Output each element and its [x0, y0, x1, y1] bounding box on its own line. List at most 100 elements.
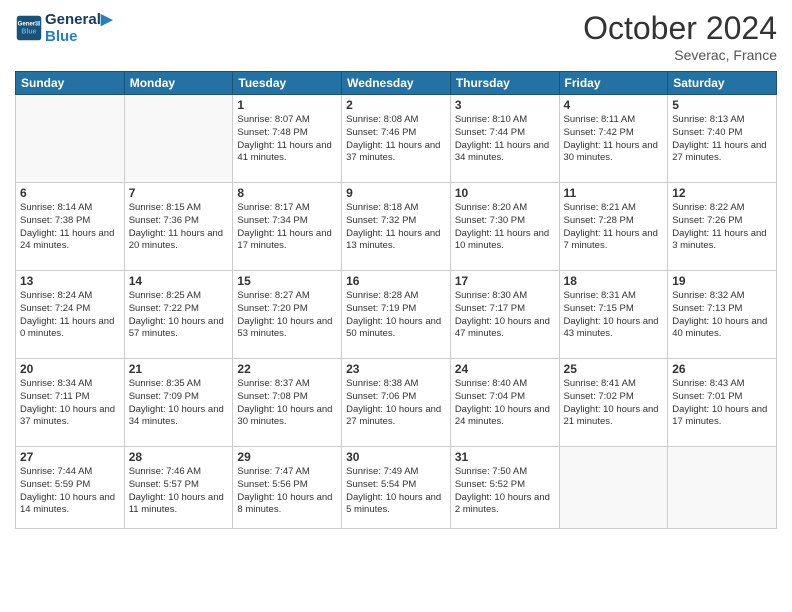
day-number: 20: [20, 362, 120, 376]
calendar-cell: 28 Sunrise: 7:46 AM Sunset: 5:57 PM Dayli…: [124, 447, 233, 529]
calendar-week-row: 27 Sunrise: 7:44 AM Sunset: 5:59 PM Dayli…: [16, 447, 777, 529]
calendar-week-row: 6 Sunrise: 8:14 AM Sunset: 7:38 PM Daylig…: [16, 183, 777, 271]
cell-info: Sunrise: 8:32 AM Sunset: 7:13 PM Dayligh…: [672, 290, 772, 341]
calendar-cell: 6 Sunrise: 8:14 AM Sunset: 7:38 PM Daylig…: [16, 183, 125, 271]
title-block: October 2024 Severac, France: [583, 10, 777, 63]
cell-info: Sunrise: 8:10 AM Sunset: 7:44 PM Dayligh…: [455, 114, 555, 165]
calendar-cell: 4 Sunrise: 8:11 AM Sunset: 7:42 PM Daylig…: [559, 95, 668, 183]
calendar-cell: 3 Sunrise: 8:10 AM Sunset: 7:44 PM Daylig…: [450, 95, 559, 183]
cell-info: Sunrise: 8:14 AM Sunset: 7:38 PM Dayligh…: [20, 202, 120, 253]
day-number: 4: [564, 98, 664, 112]
cell-info: Sunrise: 8:21 AM Sunset: 7:28 PM Dayligh…: [564, 202, 664, 253]
calendar-week-row: 13 Sunrise: 8:24 AM Sunset: 7:24 PM Dayli…: [16, 271, 777, 359]
day-number: 14: [129, 274, 229, 288]
day-number: 9: [346, 186, 446, 200]
calendar-cell: 19 Sunrise: 8:32 AM Sunset: 7:13 PM Dayli…: [668, 271, 777, 359]
calendar-cell: 15 Sunrise: 8:27 AM Sunset: 7:20 PM Dayli…: [233, 271, 342, 359]
cell-info: Sunrise: 7:50 AM Sunset: 5:52 PM Dayligh…: [455, 466, 555, 517]
cell-info: Sunrise: 8:31 AM Sunset: 7:15 PM Dayligh…: [564, 290, 664, 341]
day-header-thursday: Thursday: [450, 72, 559, 95]
calendar-cell: [668, 447, 777, 529]
day-number: 13: [20, 274, 120, 288]
day-number: 10: [455, 186, 555, 200]
calendar-page: General Blue General▶ Blue October 2024 …: [0, 0, 792, 612]
cell-info: Sunrise: 8:13 AM Sunset: 7:40 PM Dayligh…: [672, 114, 772, 165]
calendar-table: SundayMondayTuesdayWednesdayThursdayFrid…: [15, 71, 777, 529]
cell-info: Sunrise: 8:27 AM Sunset: 7:20 PM Dayligh…: [237, 290, 337, 341]
day-number: 23: [346, 362, 446, 376]
day-header-sunday: Sunday: [16, 72, 125, 95]
cell-info: Sunrise: 8:22 AM Sunset: 7:26 PM Dayligh…: [672, 202, 772, 253]
day-number: 5: [672, 98, 772, 112]
calendar-cell: 21 Sunrise: 8:35 AM Sunset: 7:09 PM Dayli…: [124, 359, 233, 447]
calendar-cell: 20Sunrise: 8:34 AM Sunset: 7:11 PM Dayli…: [16, 359, 125, 447]
day-header-wednesday: Wednesday: [342, 72, 451, 95]
calendar-cell: 5 Sunrise: 8:13 AM Sunset: 7:40 PM Daylig…: [668, 95, 777, 183]
calendar-cell: 25Sunrise: 8:41 AM Sunset: 7:02 PM Dayli…: [559, 359, 668, 447]
day-number: 2: [346, 98, 446, 112]
calendar-cell: 14 Sunrise: 8:25 AM Sunset: 7:22 PM Dayli…: [124, 271, 233, 359]
day-header-tuesday: Tuesday: [233, 72, 342, 95]
calendar-cell: 8Sunrise: 8:17 AM Sunset: 7:34 PM Daylig…: [233, 183, 342, 271]
calendar-cell: 31Sunrise: 7:50 AM Sunset: 5:52 PM Dayli…: [450, 447, 559, 529]
logo-text: General▶ Blue: [45, 10, 112, 45]
cell-info: Sunrise: 8:28 AM Sunset: 7:19 PM Dayligh…: [346, 290, 446, 341]
day-number: 19: [672, 274, 772, 288]
day-number: 11: [564, 186, 664, 200]
day-number: 6: [20, 186, 120, 200]
cell-info: Sunrise: 8:43 AM Sunset: 7:01 PM Dayligh…: [672, 378, 772, 429]
day-number: 1: [237, 98, 337, 112]
calendar-week-row: 20Sunrise: 8:34 AM Sunset: 7:11 PM Dayli…: [16, 359, 777, 447]
day-number: 18: [564, 274, 664, 288]
day-number: 27: [20, 450, 120, 464]
cell-info: Sunrise: 7:47 AM Sunset: 5:56 PM Dayligh…: [237, 466, 337, 517]
calendar-cell: [559, 447, 668, 529]
cell-info: Sunrise: 7:49 AM Sunset: 5:54 PM Dayligh…: [346, 466, 446, 517]
calendar-cell: 16 Sunrise: 8:28 AM Sunset: 7:19 PM Dayli…: [342, 271, 451, 359]
day-number: 3: [455, 98, 555, 112]
calendar-cell: [16, 95, 125, 183]
day-number: 12: [672, 186, 772, 200]
day-number: 29: [237, 450, 337, 464]
cell-info: Sunrise: 8:25 AM Sunset: 7:22 PM Dayligh…: [129, 290, 229, 341]
calendar-cell: 29 Sunrise: 7:47 AM Sunset: 5:56 PM Dayli…: [233, 447, 342, 529]
calendar-cell: 30 Sunrise: 7:49 AM Sunset: 5:54 PM Dayli…: [342, 447, 451, 529]
day-number: 17: [455, 274, 555, 288]
cell-info: Sunrise: 8:30 AM Sunset: 7:17 PM Dayligh…: [455, 290, 555, 341]
header: General Blue General▶ Blue October 2024 …: [15, 10, 777, 63]
cell-info: Sunrise: 8:17 AM Sunset: 7:34 PM Dayligh…: [237, 202, 337, 253]
day-number: 30: [346, 450, 446, 464]
calendar-cell: 1 Sunrise: 8:07 AM Sunset: 7:48 PM Daylig…: [233, 95, 342, 183]
cell-info: Sunrise: 8:18 AM Sunset: 7:32 PM Dayligh…: [346, 202, 446, 253]
cell-info: Sunrise: 8:11 AM Sunset: 7:42 PM Dayligh…: [564, 114, 664, 165]
cell-info: Sunrise: 8:08 AM Sunset: 7:46 PM Dayligh…: [346, 114, 446, 165]
day-header-friday: Friday: [559, 72, 668, 95]
cell-info: Sunrise: 8:35 AM Sunset: 7:09 PM Dayligh…: [129, 378, 229, 429]
calendar-cell: 10Sunrise: 8:20 AM Sunset: 7:30 PM Dayli…: [450, 183, 559, 271]
calendar-cell: 24 Sunrise: 8:40 AM Sunset: 7:04 PM Dayli…: [450, 359, 559, 447]
day-header-monday: Monday: [124, 72, 233, 95]
calendar-cell: [124, 95, 233, 183]
calendar-header-row: SundayMondayTuesdayWednesdayThursdayFrid…: [16, 72, 777, 95]
calendar-body: 1 Sunrise: 8:07 AM Sunset: 7:48 PM Daylig…: [16, 95, 777, 529]
day-number: 21: [129, 362, 229, 376]
cell-info: Sunrise: 8:38 AM Sunset: 7:06 PM Dayligh…: [346, 378, 446, 429]
cell-info: Sunrise: 7:46 AM Sunset: 5:57 PM Dayligh…: [129, 466, 229, 517]
cell-info: Sunrise: 8:24 AM Sunset: 7:24 PM Dayligh…: [20, 290, 120, 341]
day-number: 16: [346, 274, 446, 288]
logo-icon: General Blue: [15, 14, 43, 42]
day-number: 24: [455, 362, 555, 376]
cell-info: Sunrise: 7:44 AM Sunset: 5:59 PM Dayligh…: [20, 466, 120, 517]
cell-info: Sunrise: 8:37 AM Sunset: 7:08 PM Dayligh…: [237, 378, 337, 429]
cell-info: Sunrise: 8:07 AM Sunset: 7:48 PM Dayligh…: [237, 114, 337, 165]
day-number: 7: [129, 186, 229, 200]
day-number: 22: [237, 362, 337, 376]
day-number: 25: [564, 362, 664, 376]
calendar-cell: 17 Sunrise: 8:30 AM Sunset: 7:17 PM Dayli…: [450, 271, 559, 359]
day-number: 15: [237, 274, 337, 288]
day-number: 28: [129, 450, 229, 464]
cell-info: Sunrise: 8:40 AM Sunset: 7:04 PM Dayligh…: [455, 378, 555, 429]
cell-info: Sunrise: 8:15 AM Sunset: 7:36 PM Dayligh…: [129, 202, 229, 253]
day-header-saturday: Saturday: [668, 72, 777, 95]
svg-text:Blue: Blue: [21, 28, 36, 35]
